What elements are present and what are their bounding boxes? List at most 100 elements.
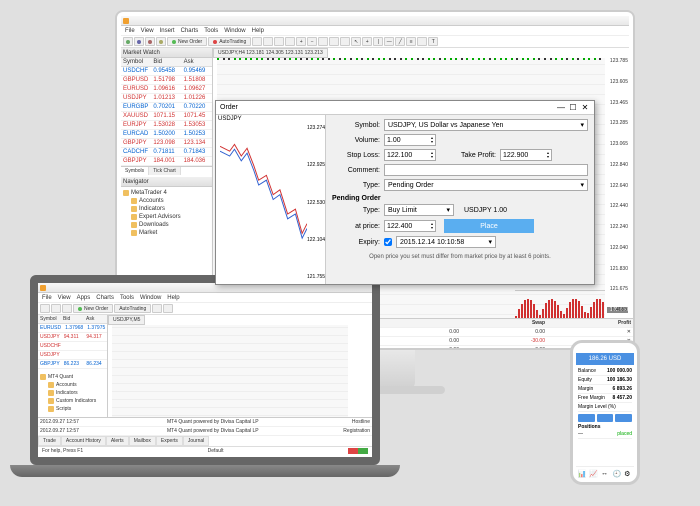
market-watch-row[interactable]: EURUSD1.379681.37975 [38,324,107,333]
market-watch-row[interactable]: EURUSD1.096161.09627 [121,85,212,94]
settings-icon[interactable]: ⚙ [624,470,632,478]
tab-tick-chart[interactable]: Tick Chart [149,167,181,175]
history-icon[interactable]: 🕘 [613,470,621,478]
menu-charts[interactable]: Charts [96,295,114,301]
toolbar-button[interactable] [263,37,273,46]
nav-scripts[interactable]: Scripts [40,405,105,413]
toolbar-button[interactable] [163,304,173,313]
terminal-row[interactable]: 2012.09.27 12:57MT4 Quant powered by Div… [38,427,372,436]
menu-insert[interactable]: Insert [160,28,175,34]
tab-journal[interactable]: Journal [183,436,209,446]
nav-market[interactable]: Market [123,229,210,237]
close-icon[interactable]: ✕ [580,103,590,113]
order-dialog[interactable]: Order — ☐ ✕ USDJPY 123.274122.925122.530… [215,100,595,285]
nav-accounts[interactable]: Accounts [123,197,210,205]
minimize-icon[interactable]: — [556,103,566,113]
market-watch-row[interactable]: GBPJPY86.22386.234 [38,360,107,369]
menu-file[interactable]: File [42,295,52,301]
place-button[interactable]: Place [444,219,534,233]
autotrading-button[interactable]: AutoTrading [208,37,251,46]
market-watch-row[interactable]: EURCAD1.502001.50253 [121,130,212,139]
market-watch-row[interactable]: GBPUSD1.517981.51808 [121,76,212,85]
channel-icon[interactable]: ≡ [406,37,416,46]
nav-indicators[interactable]: Indicators [123,205,210,213]
toolbar-button[interactable] [40,304,50,313]
toolbar-button[interactable] [340,37,350,46]
nav-indicators[interactable]: Indicators [40,389,105,397]
maximize-icon[interactable]: ☐ [568,103,578,113]
toolbar-button[interactable] [318,37,328,46]
expiry-checkbox[interactable] [384,238,392,246]
market-watch-row[interactable]: USDCHF0.954580.95469 [121,67,212,76]
market-watch-row[interactable]: CADCHF0.718110.71843 [121,148,212,157]
new-order-button[interactable]: New Order [73,304,113,313]
market-watch-row[interactable]: EURJPY1.530281.53053 [121,121,212,130]
nav-accounts[interactable]: Accounts [40,381,105,389]
pending-type-field[interactable]: Buy Limit▾ [384,204,454,216]
menu-tools[interactable]: Tools [204,28,218,34]
mobile-button[interactable] [597,414,614,422]
tab-experts[interactable]: Experts [156,436,183,446]
nav-root[interactable]: MT4 Quant [40,373,105,381]
comment-field[interactable] [384,164,588,176]
toolbar-button[interactable] [329,37,339,46]
menu-charts[interactable]: Charts [181,28,199,34]
cursor-icon[interactable]: ↖ [351,37,361,46]
toolbar-button[interactable] [156,37,166,46]
tab-trade[interactable]: Trade [38,436,61,446]
market-watch-row[interactable]: EURGBP0.702010.70220 [121,103,212,112]
nav-expert-advisors[interactable]: Expert Advisors [123,213,210,221]
market-watch-row[interactable]: XAUUSD1071.151071.45 [121,112,212,121]
new-order-button[interactable]: New Order [167,37,207,46]
tab-alerts[interactable]: Alerts [106,436,129,446]
tab-account-history[interactable]: Account History [61,436,106,446]
mobile-button[interactable] [578,414,595,422]
menu-help[interactable]: Help [252,28,264,34]
menu-apps[interactable]: Apps [77,295,91,301]
symbol-field[interactable]: USDJPY, US Dollar vs Japanese Yen▾ [384,119,588,131]
market-watch-row[interactable]: GBPJPY184.001184.036 [121,157,212,166]
market-watch-row[interactable]: GBPJPY123.098123.134 [121,139,212,148]
nav-custom-indicators[interactable]: Custom Indicators [40,397,105,405]
menu-window[interactable]: Window [140,295,161,301]
zoom-out-icon[interactable]: − [307,37,317,46]
chart-icon[interactable]: 📈 [589,470,597,478]
volume-stepper[interactable]: 1.00▴▾ [384,134,436,146]
expiry-field[interactable]: 2015.12.14 10:10:58▾ [396,236,496,248]
toolbar-button[interactable] [51,304,61,313]
trade-icon[interactable]: ↔ [601,470,609,478]
terminal-row[interactable]: 2012.09.27 12:57MT4 Quant powered by Div… [38,418,372,427]
fib-icon[interactable] [417,37,427,46]
vline-icon[interactable]: | [373,37,383,46]
takeprofit-stepper[interactable]: 122.900▴▾ [500,149,552,161]
stoploss-stepper[interactable]: 122.100▴▾ [384,149,436,161]
toolbar-button[interactable] [285,37,295,46]
position-row[interactable]: —placed [578,430,632,439]
tab-symbols[interactable]: Symbols [121,167,149,175]
trendline-icon[interactable]: ╱ [395,37,405,46]
menu-view[interactable]: View [141,28,154,34]
market-watch-row[interactable]: USDCHF [38,342,107,351]
chart-tab[interactable]: USDJPY,H4 123.181 124.305 123.131 123.21… [213,48,328,58]
atprice-stepper[interactable]: 122.400▴▾ [384,220,436,232]
toolbar-button[interactable] [152,304,162,313]
market-watch-row[interactable]: USDJPY [38,351,107,360]
toolbar-button[interactable] [252,37,262,46]
market-watch-row[interactable]: USDJPY1.012131.01226 [121,94,212,103]
mobile-button[interactable] [615,414,632,422]
autotrading-button[interactable]: AutoTrading [114,304,151,313]
menu-help[interactable]: Help [167,295,179,301]
menu-tools[interactable]: Tools [120,295,134,301]
nav-root[interactable]: MetaTrader 4 [123,189,210,197]
crosshair-icon[interactable]: + [362,37,372,46]
text-icon[interactable]: T [428,37,438,46]
menu-window[interactable]: Window [224,28,245,34]
toolbar-button[interactable] [62,304,72,313]
zoom-in-icon[interactable]: + [296,37,306,46]
chart-tab[interactable]: USDJPY,M5 [108,315,145,325]
market-watch-row[interactable]: USDJPY94.31194.317 [38,333,107,342]
menu-view[interactable]: View [58,295,71,301]
toolbar-button[interactable] [134,37,144,46]
toolbar-button[interactable] [274,37,284,46]
nav-downloads[interactable]: Downloads [123,221,210,229]
